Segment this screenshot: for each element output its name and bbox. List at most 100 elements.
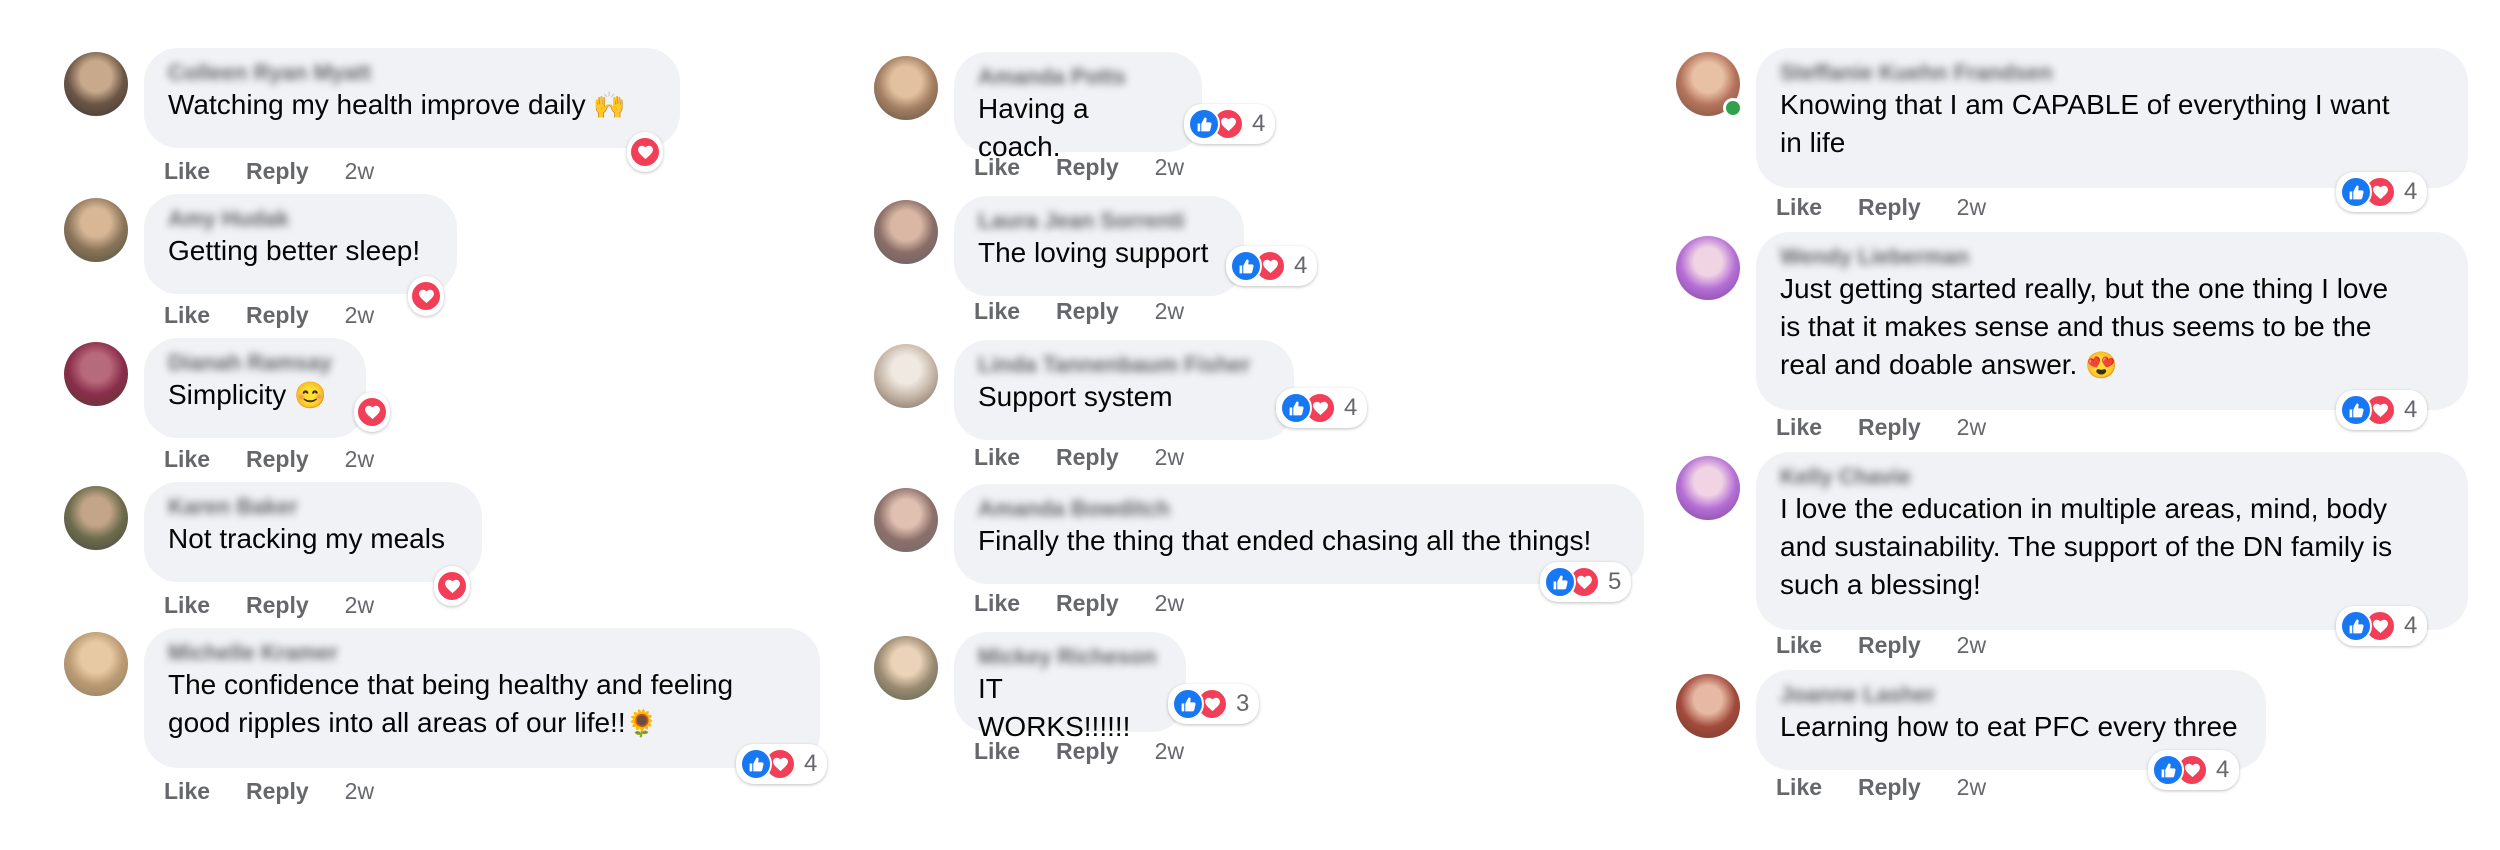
like-link[interactable]: Like <box>164 778 210 805</box>
reaction-summary[interactable]: 4 <box>1184 104 1276 144</box>
comment-author[interactable]: Mickey Richeson <box>978 644 1162 670</box>
like-link[interactable]: Like <box>974 298 1020 325</box>
reaction-summary[interactable]: 4 <box>2336 606 2428 646</box>
reaction-summary[interactable]: 4 <box>2148 750 2240 790</box>
reaction-summary[interactable] <box>434 566 470 606</box>
like-link[interactable]: Like <box>1776 774 1822 801</box>
like-link[interactable]: Like <box>974 154 1020 181</box>
like-icon <box>1172 688 1204 720</box>
avatar[interactable] <box>64 52 128 116</box>
avatar[interactable] <box>64 632 128 696</box>
love-icon <box>356 396 388 428</box>
reply-link[interactable]: Reply <box>246 446 309 473</box>
reply-link[interactable]: Reply <box>1858 414 1921 441</box>
comment-timestamp[interactable]: 2w <box>345 158 374 185</box>
comment-timestamp[interactable]: 2w <box>1155 590 1184 617</box>
reply-link[interactable]: Reply <box>1056 738 1119 765</box>
comment-author[interactable]: Amanda Potts <box>978 64 1178 90</box>
like-link[interactable]: Like <box>974 590 1020 617</box>
avatar[interactable] <box>1676 236 1740 300</box>
comment-author[interactable]: Kelly Chavie <box>1780 464 2444 490</box>
comment-author[interactable]: Amanda Bowditch <box>978 496 1620 522</box>
comment-author[interactable]: Wendy Lieberman <box>1780 244 2444 270</box>
comment-timestamp[interactable]: 2w <box>345 446 374 473</box>
like-link[interactable]: Like <box>974 738 1020 765</box>
comment-author[interactable]: Karen Baker <box>168 494 458 520</box>
comment-actions: Like Reply 2w <box>974 154 1184 181</box>
comment-author[interactable]: Colleen Ryan Myatt <box>168 60 656 86</box>
avatar[interactable] <box>874 344 938 408</box>
reaction-count: 4 <box>1344 394 1358 421</box>
comment-timestamp[interactable]: 2w <box>1155 298 1184 325</box>
avatar[interactable] <box>1676 456 1740 520</box>
comment-bubble: Amanda Potts Having a coach. <box>954 52 1202 162</box>
avatar[interactable] <box>874 636 938 700</box>
comment-timestamp[interactable]: 2w <box>1155 444 1184 471</box>
comment-text-line: real and doable answer. 😍 <box>1780 349 2118 380</box>
comment-timestamp[interactable]: 2w <box>1957 194 1986 221</box>
like-link[interactable]: Like <box>1776 194 1822 221</box>
comment-timestamp[interactable]: 2w <box>1957 632 1986 659</box>
comment-bubble: Mickey Richeson IT WORKS!!!!!! <box>954 632 1186 742</box>
comment-timestamp[interactable]: 2w <box>345 592 374 619</box>
comment-author[interactable]: Joanne Lasher <box>1780 682 2242 708</box>
like-link[interactable]: Like <box>164 446 210 473</box>
avatar[interactable] <box>64 486 128 550</box>
comment-timestamp[interactable]: 2w <box>345 302 374 329</box>
avatar[interactable] <box>874 488 938 552</box>
comment-author[interactable]: Michelle Kramer <box>168 640 796 666</box>
avatar[interactable] <box>64 198 128 262</box>
reply-link[interactable]: Reply <box>246 302 309 329</box>
comment-author[interactable]: Steffanie Kuehn Frandsen <box>1780 60 2444 86</box>
reaction-summary[interactable]: 4 <box>1226 246 1318 286</box>
comment-actions: Like Reply 2w <box>1776 194 1986 221</box>
comment-author[interactable]: Amy Hudak <box>168 206 433 232</box>
comment-bubble: Linda Tannenbaum Fisher Support system <box>954 340 1294 440</box>
reaction-summary[interactable]: 3 <box>1168 684 1260 724</box>
reply-link[interactable]: Reply <box>1858 194 1921 221</box>
comment-timestamp[interactable]: 2w <box>345 778 374 805</box>
comment-bubble: Michelle Kramer The confidence that bein… <box>144 628 820 768</box>
reaction-summary[interactable]: 4 <box>2336 390 2428 430</box>
comment-timestamp[interactable]: 2w <box>1957 414 1986 441</box>
like-link[interactable]: Like <box>164 592 210 619</box>
like-link[interactable]: Like <box>974 444 1020 471</box>
reply-link[interactable]: Reply <box>246 158 309 185</box>
like-icon <box>1280 392 1312 424</box>
comment-timestamp[interactable]: 2w <box>1957 774 1986 801</box>
comment-author[interactable]: Dianah Ramsay <box>168 350 342 376</box>
reply-link[interactable]: Reply <box>1056 444 1119 471</box>
reply-link[interactable]: Reply <box>246 778 309 805</box>
comment-author[interactable]: Linda Tannenbaum Fisher <box>978 352 1270 378</box>
comment-timestamp[interactable]: 2w <box>1155 738 1184 765</box>
reply-link[interactable]: Reply <box>1858 774 1921 801</box>
comment-text-line: and sustainability. The support of the D… <box>1780 531 2393 562</box>
like-link[interactable]: Like <box>1776 632 1822 659</box>
like-link[interactable]: Like <box>164 302 210 329</box>
avatar[interactable] <box>874 200 938 264</box>
avatar[interactable] <box>1676 674 1740 738</box>
reaction-summary[interactable]: 4 <box>736 744 828 784</box>
avatar[interactable] <box>874 56 938 120</box>
comment-text: The loving support <box>978 237 1209 268</box>
like-icon <box>2340 176 2372 208</box>
avatar[interactable] <box>64 342 128 406</box>
reply-link[interactable]: Reply <box>246 592 309 619</box>
reply-link[interactable]: Reply <box>1056 154 1119 181</box>
reaction-summary[interactable] <box>354 392 390 432</box>
reaction-summary[interactable]: 4 <box>2336 172 2428 212</box>
comment-timestamp[interactable]: 2w <box>1155 154 1184 181</box>
like-link[interactable]: Like <box>1776 414 1822 441</box>
comment-actions: Like Reply 2w <box>164 592 374 619</box>
reaction-summary[interactable]: 5 <box>1540 562 1632 602</box>
reply-link[interactable]: Reply <box>1056 298 1119 325</box>
reaction-summary[interactable]: 4 <box>1276 388 1368 428</box>
reaction-summary[interactable] <box>408 276 444 316</box>
like-link[interactable]: Like <box>164 158 210 185</box>
reply-link[interactable]: Reply <box>1056 590 1119 617</box>
comment-bubble: Colleen Ryan Myatt Watching my health im… <box>144 48 680 148</box>
reply-link[interactable]: Reply <box>1858 632 1921 659</box>
comment-text-line: Knowing that I am CAPABLE of everything … <box>1780 89 2390 120</box>
reaction-summary[interactable] <box>627 132 663 172</box>
comment-author[interactable]: Laura Jean Sorrenti <box>978 208 1220 234</box>
